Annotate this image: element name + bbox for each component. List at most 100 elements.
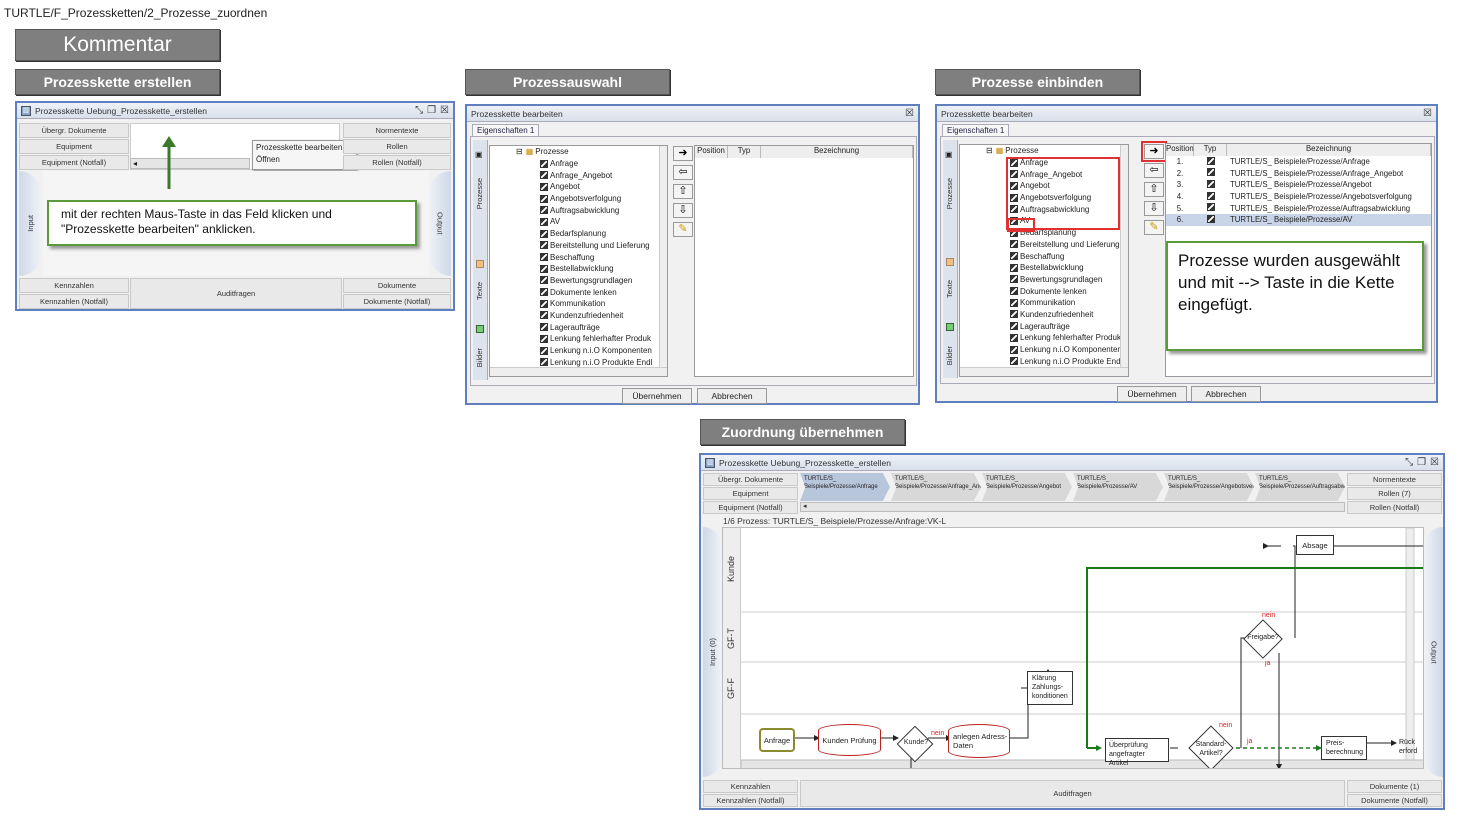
cell-equipment-notfall[interactable]: Equipment (Notfall)	[19, 155, 129, 170]
move-up-button[interactable]: ⇧	[1144, 182, 1164, 197]
tree-root[interactable]: ⊟ ▦ Prozesse	[986, 145, 1128, 157]
tree-item[interactable]: Lenkung n.i.O Komponenten	[540, 345, 667, 357]
table-row[interactable]: 3. TURTLE/S_ Beispiele/Prozesse/Angebot	[1166, 179, 1431, 191]
tree-item[interactable]: Bedarfsplanung	[540, 228, 667, 240]
tree-item[interactable]: Bereitstellung und Lieferung	[1010, 239, 1128, 251]
close-icon[interactable]: ☒	[440, 105, 449, 116]
tree-item[interactable]: Angebot	[540, 181, 667, 193]
tree-item[interactable]: Lageraufträge	[1010, 320, 1128, 332]
chain-tab[interactable]: TURTLE/S_ Beispiele/Prozesse/Anfrage_Ange…	[891, 473, 981, 501]
tree-item[interactable]: Kommunikation	[1010, 297, 1128, 309]
tab-scrollbar[interactable]: ◂	[800, 502, 1345, 512]
tree-scrollbar-v[interactable]	[659, 146, 667, 368]
cell-kennzahlen-notfall[interactable]: Kennzahlen (Notfall)	[703, 794, 798, 807]
chain-tab[interactable]: TURTLE/S_ Beispiele/Prozesse/Angebot	[982, 473, 1072, 501]
tree-item[interactable]: Anfrage_Angebot	[540, 169, 667, 181]
tree-item[interactable]: Bestellabwicklung	[1010, 262, 1128, 274]
node-absage[interactable]: Absage	[1296, 535, 1334, 555]
tree-item[interactable]: Angebotsverfolgung	[540, 193, 667, 205]
swimlane-diagram[interactable]: Kunde GF-T GF-F Anfrage Kunden Prüfung K…	[722, 527, 1424, 769]
cell-kennzahlen[interactable]: Kennzahlen	[703, 780, 798, 793]
tab-eigenschaften[interactable]: Eigenschaften 1	[472, 124, 540, 136]
tree-item[interactable]: Lageraufträge	[540, 321, 667, 333]
side-tab-prozesse[interactable]: Prozesse	[475, 178, 484, 209]
node-klaerung[interactable]: Klärung Zahlungs-konditionen	[1027, 671, 1073, 705]
col-bezeichnung[interactable]: Bezeichnung	[761, 146, 913, 158]
close-icon[interactable]: ☒	[1430, 457, 1439, 468]
remove-left-button[interactable]: ⇦	[673, 165, 693, 180]
tree-item[interactable]: Dokumente lenken	[540, 286, 667, 298]
close-icon[interactable]: ☒	[1423, 108, 1432, 119]
tree-item[interactable]: Kommunikation	[540, 298, 667, 310]
tree-item[interactable]: Kundenzufriedenheit	[540, 310, 667, 322]
tree-item[interactable]: Bewertungsgrundlagen	[540, 275, 667, 287]
cell-normentexte[interactable]: Normentexte	[1347, 473, 1442, 486]
tree-item[interactable]: Kundenzufriedenheit	[1010, 309, 1128, 321]
col-position[interactable]: Position	[1166, 144, 1194, 156]
cell-equipment[interactable]: Equipment	[703, 487, 798, 500]
table-row[interactable]: 1. TURTLE/S_ Beispiele/Prozesse/Anfrage	[1166, 156, 1431, 168]
tree-item[interactable]: Bereitstellung und Lieferung	[540, 240, 667, 252]
table-row[interactable]: 2. TURTLE/S_ Beispiele/Prozesse/Anfrage_A…	[1166, 167, 1431, 179]
tree-item[interactable]: Bewertungsgrundlagen	[1010, 274, 1128, 286]
tree-item[interactable]: Lenkung n.i.O Komponenten	[1010, 344, 1128, 356]
cell-uebergr-dokumente[interactable]: Übergr. Dokumente	[19, 123, 129, 138]
add-right-button[interactable]: ➜	[673, 146, 693, 161]
chain-tab[interactable]: TURTLE/S_ Beispiele/Prozesse/Auftragsabwi…	[1255, 473, 1345, 501]
ok-button[interactable]: Übernehmen	[1117, 386, 1187, 402]
side-tab-bilder[interactable]: Bilder	[475, 348, 484, 367]
tree-item[interactable]: Beschaffung	[540, 251, 667, 263]
tree-scrollbar-h[interactable]	[960, 367, 1128, 376]
cell-equipment-notfall[interactable]: Equipment (Notfall)	[703, 501, 798, 514]
cell-rollen[interactable]: Rollen	[343, 139, 451, 154]
col-position[interactable]: Position	[695, 146, 728, 158]
side-tab-texte[interactable]: Texte	[945, 280, 954, 298]
cell-kennzahlen[interactable]: Kennzahlen	[19, 278, 129, 293]
cell-dokumente-notfall[interactable]: Dokumente (Notfall)	[343, 294, 451, 309]
chain-tab[interactable]: TURTLE/S_ Beispiele/Prozesse/AV	[1073, 473, 1163, 501]
col-typ[interactable]: Typ	[1194, 144, 1227, 156]
node-kunden-pruefung[interactable]: Kunden Prüfung	[818, 724, 881, 756]
tree-root[interactable]: ⊟ ▦ Prozesse	[516, 146, 667, 158]
output-panel[interactable]: Output	[429, 171, 451, 276]
cell-rollen[interactable]: Rollen (7)	[1347, 487, 1442, 500]
output-panel[interactable]: Output	[1425, 527, 1443, 777]
cancel-button[interactable]: Abbrechen	[697, 388, 767, 404]
cancel-button[interactable]: Abbrechen	[1191, 386, 1261, 402]
tree-item[interactable]: Beschaffung	[1010, 250, 1128, 262]
chain-table[interactable]: Position Typ Bezeichnung	[694, 145, 914, 377]
cell-auditfragen[interactable]: Auditfragen	[130, 278, 342, 309]
tree-scrollbar-v[interactable]	[1120, 145, 1128, 368]
input-panel[interactable]: Input	[19, 171, 41, 276]
col-typ[interactable]: Typ	[728, 146, 761, 158]
col-bezeichnung[interactable]: Bezeichnung	[1227, 144, 1431, 156]
tree-item[interactable]: Dokumente lenken	[1010, 285, 1128, 297]
table-row[interactable]: 6. TURTLE/S_ Beispiele/Prozesse/AV	[1166, 214, 1431, 226]
tree-item[interactable]: Anfrage	[540, 158, 667, 170]
menu-item-oeffnen[interactable]: Öffnen	[253, 154, 356, 165]
tree-item[interactable]: Auftragsabwicklung	[540, 204, 667, 216]
cell-rollen-notfall[interactable]: Rollen (Notfall)	[343, 155, 451, 170]
process-tree[interactable]: ⊟ ▦ Prozesse Anfrage Anfrage_Angebot Angebot…	[489, 145, 668, 377]
remove-left-button[interactable]: ⇦	[1144, 163, 1164, 178]
cell-equipment[interactable]: Equipment	[19, 139, 129, 154]
node-pruefung[interactable]: Überprüfung angefragter Artikel	[1105, 738, 1169, 767]
move-down-button[interactable]: ⇩	[1144, 201, 1164, 216]
maximize-icon[interactable]: ❐	[427, 105, 436, 116]
cell-rollen-notfall[interactable]: Rollen (Notfall)	[1347, 501, 1442, 514]
node-anfrage[interactable]: Anfrage	[759, 728, 795, 752]
chain-tab[interactable]: TURTLE/S_ Beispiele/Prozesse/Anfrage	[800, 473, 890, 501]
tree-item[interactable]: Lenkung fehlerhafter Produk	[540, 333, 667, 345]
cell-dokumente[interactable]: Dokumente (1)	[1347, 780, 1442, 793]
cell-auditfragen[interactable]: Auditfragen	[800, 780, 1345, 807]
collapse-icon[interactable]: ⊟	[516, 147, 523, 156]
collapse-icon[interactable]: ⊟	[986, 146, 993, 155]
tree-item[interactable]: Lenkung fehlerhafter Produk	[1010, 332, 1128, 344]
move-down-button[interactable]: ⇩	[673, 203, 693, 218]
tree-item[interactable]: Lenkung n.i.O Produkte Endl	[1010, 355, 1128, 367]
table-row[interactable]: 4. TURTLE/S_ Beispiele/Prozesse/Angebotsv…	[1166, 191, 1431, 203]
cell-dokumente-notfall[interactable]: Dokumente (Notfall)	[1347, 794, 1442, 807]
minimize-icon[interactable]: ⤡	[415, 105, 423, 116]
input-panel[interactable]: Input (0)	[703, 527, 721, 777]
edit-button[interactable]: ✎	[1144, 220, 1164, 235]
